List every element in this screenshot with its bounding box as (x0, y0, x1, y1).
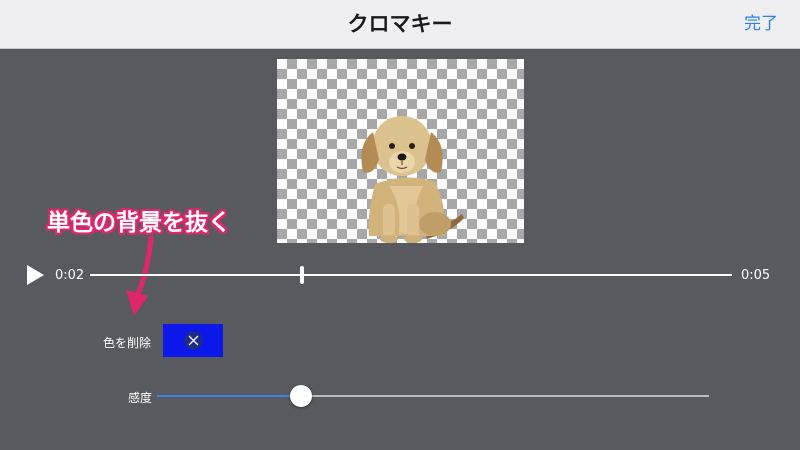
total-time: 0:05 (741, 268, 771, 283)
page-title: クロマキー (347, 12, 453, 36)
clear-color-icon[interactable] (184, 331, 203, 350)
nav-bar: クロマキー 完了 (0, 0, 800, 49)
dog-cutout-icon (361, 116, 464, 243)
sensitivity-label: 感度 (128, 391, 153, 405)
current-time: 0:02 (55, 268, 85, 283)
slider-fill (157, 395, 301, 397)
callout-label: 単色の背景を抜く (47, 210, 231, 236)
chroma-preview (277, 59, 524, 243)
slider-thumb[interactable] (289, 385, 312, 407)
timeline-track (90, 274, 732, 276)
remove-color-swatch-button[interactable] (163, 324, 223, 357)
sensitivity-slider[interactable] (157, 385, 709, 407)
timeline-scrubber[interactable] (90, 262, 732, 286)
done-button[interactable]: 完了 (744, 0, 778, 48)
remove-color-label: 色を削除 (103, 336, 152, 350)
play-icon[interactable] (24, 264, 46, 286)
playhead-handle[interactable] (299, 266, 304, 284)
